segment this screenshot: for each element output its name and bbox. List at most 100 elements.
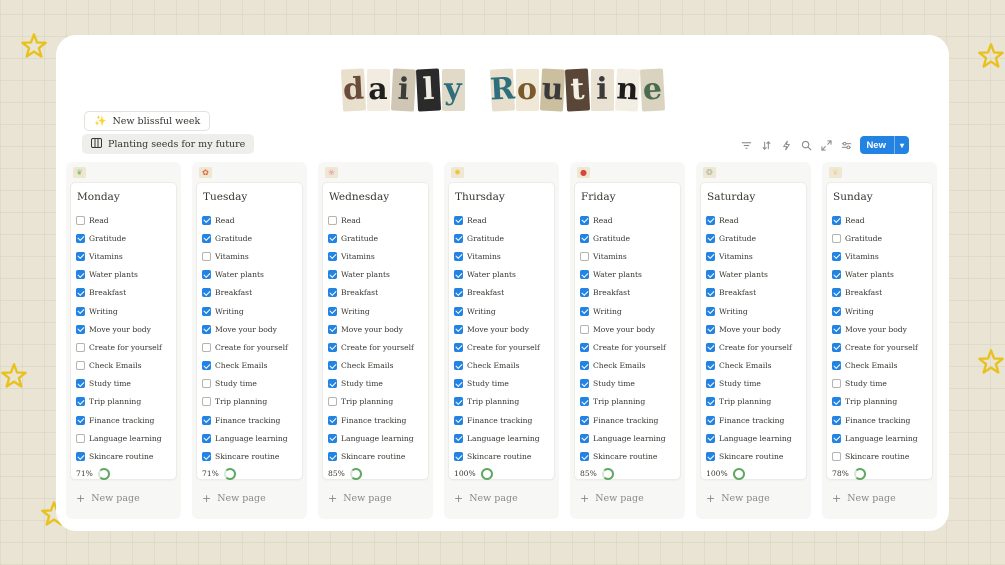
task-checkbox[interactable] [202, 433, 211, 443]
task-checkbox[interactable] [580, 288, 589, 298]
task-checkbox[interactable] [580, 342, 589, 352]
task-checkbox[interactable] [706, 433, 715, 443]
task-checkbox[interactable] [328, 361, 337, 371]
day-card[interactable]: Friday Read Gratitude Vitamins Water plants B… [574, 182, 681, 480]
task-checkbox[interactable] [76, 415, 85, 425]
task-checkbox[interactable] [580, 270, 589, 280]
new-page-button[interactable]: + New page [196, 488, 303, 508]
new-page-button[interactable]: + New page [322, 488, 429, 508]
new-week-button[interactable]: ✨ New blissful week [84, 111, 211, 131]
task-checkbox[interactable] [454, 251, 463, 261]
expand-icon[interactable] [820, 139, 833, 152]
task-checkbox[interactable] [202, 342, 211, 352]
task-checkbox[interactable] [328, 251, 337, 261]
task-checkbox[interactable] [580, 306, 589, 316]
task-checkbox[interactable] [580, 215, 589, 225]
task-checkbox[interactable] [706, 306, 715, 316]
task-checkbox[interactable] [76, 215, 85, 225]
task-checkbox[interactable] [76, 452, 85, 462]
task-checkbox[interactable] [202, 233, 211, 243]
settings-icon[interactable] [840, 139, 853, 152]
task-checkbox[interactable] [706, 270, 715, 280]
day-card[interactable]: Tuesday Read Gratitude Vitamins Water plants… [196, 182, 303, 480]
task-checkbox[interactable] [328, 379, 337, 389]
task-checkbox[interactable] [328, 233, 337, 243]
task-checkbox[interactable] [76, 251, 85, 261]
task-checkbox[interactable] [706, 251, 715, 261]
task-checkbox[interactable] [832, 270, 841, 280]
task-checkbox[interactable] [328, 397, 337, 407]
new-button[interactable]: New ▾ [860, 136, 909, 154]
task-checkbox[interactable] [580, 233, 589, 243]
task-checkbox[interactable] [328, 270, 337, 280]
new-page-button[interactable]: + New page [574, 488, 681, 508]
task-checkbox[interactable] [202, 306, 211, 316]
task-checkbox[interactable] [328, 306, 337, 316]
task-checkbox[interactable] [454, 233, 463, 243]
task-checkbox[interactable] [328, 342, 337, 352]
task-checkbox[interactable] [580, 324, 589, 334]
new-page-button[interactable]: + New page [448, 488, 555, 508]
task-checkbox[interactable] [706, 288, 715, 298]
task-checkbox[interactable] [454, 270, 463, 280]
task-checkbox[interactable] [202, 415, 211, 425]
task-checkbox[interactable] [76, 233, 85, 243]
task-checkbox[interactable] [76, 324, 85, 334]
task-checkbox[interactable] [202, 452, 211, 462]
task-checkbox[interactable] [580, 397, 589, 407]
day-card[interactable]: Thursday Read Gratitude Vitamins Water plant… [448, 182, 555, 480]
task-checkbox[interactable] [202, 251, 211, 261]
task-checkbox[interactable] [76, 397, 85, 407]
task-checkbox[interactable] [580, 415, 589, 425]
task-checkbox[interactable] [76, 306, 85, 316]
task-checkbox[interactable] [706, 233, 715, 243]
task-checkbox[interactable] [454, 361, 463, 371]
task-checkbox[interactable] [76, 270, 85, 280]
task-checkbox[interactable] [454, 306, 463, 316]
task-checkbox[interactable] [202, 215, 211, 225]
task-checkbox[interactable] [832, 361, 841, 371]
task-checkbox[interactable] [454, 397, 463, 407]
task-checkbox[interactable] [202, 270, 211, 280]
task-checkbox[interactable] [76, 288, 85, 298]
task-checkbox[interactable] [454, 288, 463, 298]
task-checkbox[interactable] [454, 324, 463, 334]
task-checkbox[interactable] [202, 324, 211, 334]
chevron-down-icon[interactable]: ▾ [893, 136, 909, 154]
task-checkbox[interactable] [832, 215, 841, 225]
day-card[interactable]: Sunday Read Gratitude Vitamins Water plants B… [826, 182, 933, 480]
task-checkbox[interactable] [202, 288, 211, 298]
new-page-button[interactable]: + New page [826, 488, 933, 508]
task-checkbox[interactable] [832, 306, 841, 316]
new-page-button[interactable]: + New page [700, 488, 807, 508]
task-checkbox[interactable] [580, 433, 589, 443]
task-checkbox[interactable] [454, 452, 463, 462]
task-checkbox[interactable] [832, 251, 841, 261]
task-checkbox[interactable] [706, 215, 715, 225]
task-checkbox[interactable] [706, 342, 715, 352]
tab-board-view[interactable]: Planting seeds for my future [82, 134, 255, 154]
task-checkbox[interactable] [706, 397, 715, 407]
task-checkbox[interactable] [706, 361, 715, 371]
task-checkbox[interactable] [454, 342, 463, 352]
task-checkbox[interactable] [832, 433, 841, 443]
task-checkbox[interactable] [706, 324, 715, 334]
task-checkbox[interactable] [202, 397, 211, 407]
task-checkbox[interactable] [832, 415, 841, 425]
filter-icon[interactable] [740, 139, 753, 152]
task-checkbox[interactable] [328, 215, 337, 225]
task-checkbox[interactable] [832, 397, 841, 407]
task-checkbox[interactable] [76, 342, 85, 352]
sort-icon[interactable] [760, 139, 773, 152]
task-checkbox[interactable] [328, 415, 337, 425]
task-checkbox[interactable] [76, 361, 85, 371]
new-page-button[interactable]: + New page [70, 488, 177, 508]
task-checkbox[interactable] [832, 288, 841, 298]
lightning-icon[interactable] [780, 139, 793, 152]
search-icon[interactable] [800, 139, 813, 152]
task-checkbox[interactable] [76, 379, 85, 389]
task-checkbox[interactable] [832, 452, 841, 462]
task-checkbox[interactable] [580, 251, 589, 261]
task-checkbox[interactable] [580, 452, 589, 462]
task-checkbox[interactable] [454, 215, 463, 225]
